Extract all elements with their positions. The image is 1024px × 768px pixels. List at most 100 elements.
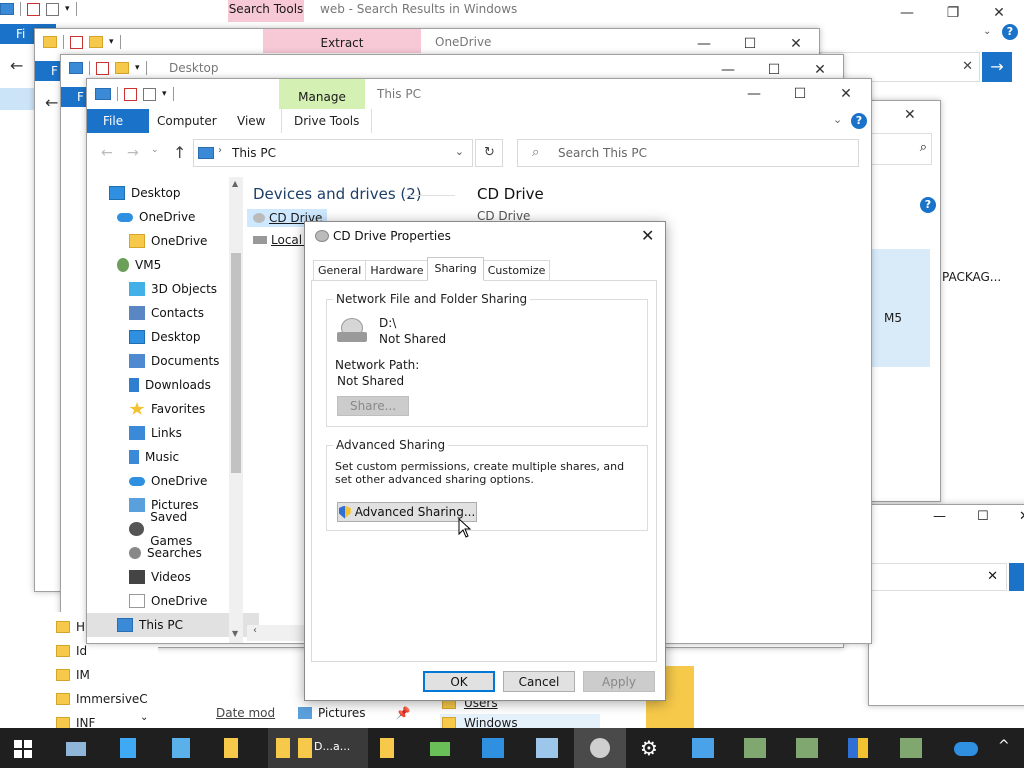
- sidebar-item-saved-games[interactable]: Saved Games: [87, 510, 229, 548]
- new-folder-icon[interactable]: [89, 36, 103, 48]
- address-bar[interactable]: › This PC ⌄: [193, 139, 473, 167]
- sidebar-item-onedrive[interactable]: OneDrive: [87, 229, 229, 253]
- sidebar-item-onedrive[interactable]: OneDrive: [87, 469, 229, 493]
- breadcrumb-chevron-icon[interactable]: ›: [218, 145, 222, 156]
- sidebar-item-documents[interactable]: Documents: [87, 349, 229, 373]
- properties-icon[interactable]: [124, 87, 137, 101]
- tab-view[interactable]: View: [225, 109, 277, 133]
- sidebar-item-music[interactable]: Music: [87, 445, 229, 469]
- pin-icon[interactable]: 📌: [396, 706, 411, 720]
- sidebar-item-onedrive[interactable]: OneDrive: [87, 589, 229, 613]
- taskbar-network-icon[interactable]: [66, 742, 86, 756]
- clear-icon[interactable]: ✕: [987, 569, 998, 584]
- refresh-button[interactable]: ↻: [475, 139, 503, 167]
- sidebar-item-links[interactable]: Links: [87, 421, 229, 445]
- sidebar-item-favorites[interactable]: Favorites: [87, 397, 229, 421]
- ribbon-expand-icon[interactable]: ⌄: [833, 113, 842, 126]
- taskbar-show-hidden-icons[interactable]: ^: [998, 738, 1010, 754]
- minimize-icon[interactable]: —: [884, 0, 930, 28]
- forward-arrow-icon[interactable]: →: [127, 145, 139, 161]
- advanced-sharing-button[interactable]: Advanced Sharing...: [337, 502, 477, 522]
- tab-computer[interactable]: Computer: [145, 109, 229, 133]
- recent-locations-icon[interactable]: ⌄: [151, 145, 159, 155]
- taskbar-laptop-icon[interactable]: [536, 738, 558, 758]
- scrollbar-thumb[interactable]: [231, 253, 241, 473]
- taskbar-explorer-group[interactable]: D...a...: [268, 728, 368, 768]
- quick-access-pictures[interactable]: Pictures 📌: [298, 706, 410, 720]
- taskbar-control-panel-icon[interactable]: [430, 742, 450, 756]
- scroll-left-icon[interactable]: ‹: [253, 625, 257, 636]
- apply-button[interactable]: Apply: [583, 671, 655, 692]
- properties-icon[interactable]: [27, 2, 40, 16]
- ok-button[interactable]: OK: [423, 671, 495, 692]
- taskbar-id-card-icon[interactable]: [692, 738, 714, 758]
- taskbar-app-icon[interactable]: [172, 738, 190, 758]
- close-icon[interactable]: ✕: [1019, 509, 1024, 524]
- taskbar-settings-icon[interactable]: ⚙: [640, 736, 658, 760]
- sidebar-item-searches[interactable]: Searches: [87, 541, 229, 565]
- qat-dropdown-icon[interactable]: ▾: [65, 4, 70, 14]
- close-icon[interactable]: ✕: [641, 226, 654, 245]
- start-button[interactable]: [14, 740, 32, 758]
- taskbar-active-app[interactable]: [574, 728, 626, 768]
- scroll-down-icon[interactable]: ▼: [232, 629, 238, 638]
- search-go-button[interactable]: →: [982, 52, 1012, 82]
- close-icon[interactable]: ✕: [976, 0, 1022, 28]
- manage-context-tab[interactable]: Manage: [279, 79, 365, 109]
- search-input-lower[interactable]: ✕: [869, 563, 1007, 591]
- sidebar-item-contacts[interactable]: Contacts: [87, 301, 229, 325]
- qat-dropdown-icon[interactable]: ▾: [162, 89, 167, 99]
- new-folder-icon[interactable]: [115, 62, 129, 74]
- taskbar-3d-icon[interactable]: [120, 738, 136, 758]
- sidebar-item-vm5[interactable]: VM5: [87, 253, 229, 277]
- minimize-icon[interactable]: —: [933, 509, 946, 524]
- minimize-icon[interactable]: —: [731, 79, 777, 109]
- tab-drive-tools[interactable]: Drive Tools: [281, 109, 373, 133]
- clear-icon[interactable]: ✕: [962, 59, 973, 74]
- new-folder-icon[interactable]: [46, 2, 59, 16]
- section-header[interactable]: Devices and drives (2): [253, 185, 422, 203]
- qat-dropdown-icon[interactable]: ▾: [135, 63, 140, 73]
- close-icon[interactable]: ✕: [904, 107, 916, 123]
- properties-icon[interactable]: [70, 35, 83, 49]
- tab-file[interactable]: File: [87, 109, 149, 133]
- horizontal-scrollbar[interactable]: ‹: [247, 625, 307, 641]
- taskbar-users-icon[interactable]: [796, 738, 818, 758]
- up-arrow-icon[interactable]: ↑: [173, 143, 186, 162]
- cancel-button[interactable]: Cancel: [503, 671, 575, 692]
- nav-scrollbar[interactable]: ▲ ▼: [229, 177, 243, 643]
- scroll-up-icon[interactable]: ▲: [232, 179, 238, 188]
- back-arrow-icon[interactable]: ←: [101, 145, 113, 161]
- sidebar-item-3d-objects[interactable]: 3D Objects: [87, 277, 229, 301]
- help-icon[interactable]: ?: [920, 197, 936, 213]
- tab-general[interactable]: General: [313, 260, 367, 280]
- close-icon[interactable]: ✕: [823, 79, 869, 109]
- sidebar-item-videos[interactable]: Videos: [87, 565, 229, 589]
- tab-hardware[interactable]: Hardware: [365, 260, 429, 280]
- scroll-down-icon[interactable]: ⌄: [140, 712, 148, 723]
- extract-context-tab[interactable]: Extract: [263, 29, 421, 53]
- sidebar-item-desktop[interactable]: Desktop: [87, 181, 229, 205]
- taskbar-users-icon[interactable]: [744, 738, 766, 758]
- taskbar-folder-icon[interactable]: [224, 738, 238, 758]
- search-tools-context-tab[interactable]: Search Tools: [228, 0, 304, 22]
- maximize-icon[interactable]: ☐: [977, 509, 989, 524]
- sidebar-item-desktop[interactable]: Desktop: [87, 325, 229, 349]
- taskbar-folder-icon[interactable]: [380, 738, 394, 758]
- properties-icon[interactable]: [96, 61, 109, 75]
- address-dropdown-icon[interactable]: ⌄: [455, 145, 464, 158]
- new-folder-icon[interactable]: [143, 87, 156, 101]
- sidebar-item-onedrive[interactable]: OneDrive: [87, 205, 229, 229]
- search-input[interactable]: ⌕ Search This PC: [517, 139, 859, 167]
- search-go-button[interactable]: [1009, 563, 1024, 591]
- maximize-icon[interactable]: ☐: [777, 79, 823, 109]
- search-input-right[interactable]: ⌕: [864, 133, 932, 165]
- tab-sharing[interactable]: Sharing: [427, 257, 484, 281]
- help-icon[interactable]: ?: [851, 113, 867, 129]
- taskbar-users-icon[interactable]: [900, 738, 922, 758]
- back-arrow-icon[interactable]: ←: [10, 56, 23, 75]
- help-icon[interactable]: ?: [1002, 24, 1018, 40]
- share-button[interactable]: Share...: [337, 396, 409, 416]
- ribbon-expand-icon[interactable]: ⌄: [983, 26, 991, 37]
- taskbar-monitor-icon[interactable]: [482, 738, 504, 758]
